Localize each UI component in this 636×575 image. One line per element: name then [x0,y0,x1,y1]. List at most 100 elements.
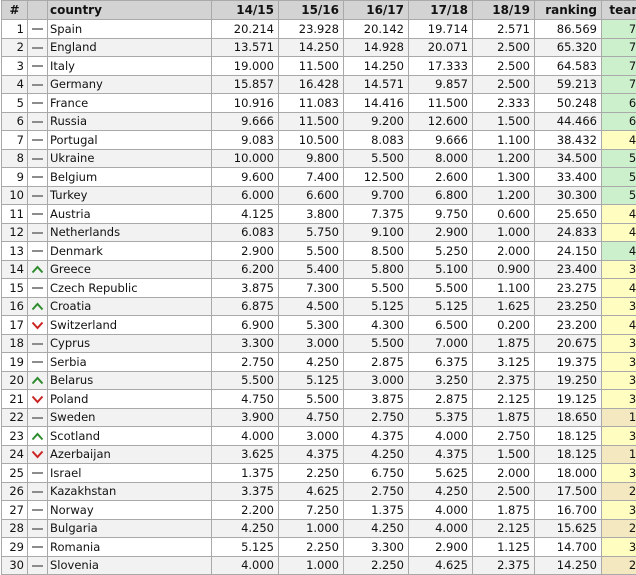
table-row[interactable]: 14Greece6.2005.4005.8005.1000.90023.4003… [2,260,636,279]
season-score-cell: 2.500 [473,75,535,94]
country-cell[interactable]: France [48,94,212,113]
table-row[interactable]: 28Bulgaria4.2501.0004.2504.0002.12515.62… [2,519,636,538]
country-cell[interactable]: Czech Republic [48,279,212,298]
table-row[interactable]: 12Netherlands6.0835.7509.1002.9001.00024… [2,223,636,242]
country-cell[interactable]: Cyprus [48,334,212,353]
country-cell[interactable]: England [48,38,212,57]
rank-cell: 22 [2,408,28,427]
season-score-cell: 4.000 [212,427,279,446]
country-cell[interactable]: Romania [48,538,212,557]
season-score-cell: 5.500 [279,242,344,261]
country-cell[interactable]: Belgium [48,168,212,187]
country-cell[interactable]: Scotland [48,427,212,446]
season-score-cell: 1.875 [473,334,535,353]
country-cell[interactable]: Croatia [48,297,212,316]
table-row[interactable]: 11Austria4.1253.8007.3759.7500.60025.650… [2,205,636,224]
season-score-cell: 6.000 [212,186,279,205]
season-score-cell: 20.214 [212,20,279,39]
season-score-cell: 4.625 [279,482,344,501]
country-cell[interactable]: Austria [48,205,212,224]
country-cell[interactable]: Denmark [48,242,212,261]
country-cell[interactable]: Greece [48,260,212,279]
header-season-15-16[interactable]: 15/16 [279,1,344,20]
season-score-cell: 10.500 [279,131,344,150]
table-row[interactable]: 6Russia9.66611.5009.20012.6001.50044.466… [2,112,636,131]
country-cell[interactable]: Kazakhstan [48,482,212,501]
table-row[interactable]: 30Slovenia4.0001.0002.2504.6252.37514.25… [2,556,636,575]
country-cell[interactable]: Belarus [48,371,212,390]
table-row[interactable]: 5France10.91611.08314.41611.5002.33350.2… [2,94,636,113]
header-teams[interactable]: teams [602,1,636,20]
rank-cell: 4 [2,75,28,94]
teams-cell: 7/ 7 [602,20,636,39]
table-row[interactable]: 4Germany15.85716.42814.5719.8572.50059.2… [2,75,636,94]
ranking-cell: 18.125 [535,427,602,446]
rank-cell: 28 [2,519,28,538]
table-row[interactable]: 26Kazakhstan3.3754.6252.7504.2502.50017.… [2,482,636,501]
country-cell[interactable]: Ukraine [48,149,212,168]
country-cell[interactable]: Spain [48,20,212,39]
table-row[interactable]: 23Scotland4.0003.0004.3754.0002.75018.12… [2,427,636,446]
country-cell[interactable]: Netherlands [48,223,212,242]
header-country[interactable]: country [48,1,212,20]
header-season-18-19[interactable]: 18/19 [473,1,535,20]
season-score-cell: 7.250 [279,501,344,520]
season-score-cell: 5.375 [409,408,473,427]
table-row[interactable]: 18Cyprus3.3003.0005.5007.0001.87520.6753… [2,334,636,353]
season-score-cell: 2.875 [344,353,409,372]
country-cell[interactable]: Bulgaria [48,519,212,538]
header-season-16-17[interactable]: 16/17 [344,1,409,20]
season-score-cell: 5.250 [409,242,473,261]
table-row[interactable]: 7Portugal9.08310.5008.0839.6661.10038.43… [2,131,636,150]
season-score-cell: 2.500 [473,482,535,501]
table-row[interactable]: 16Croatia6.8754.5005.1255.1251.62523.250… [2,297,636,316]
ranking-cell: 19.250 [535,371,602,390]
season-score-cell: 6.375 [409,353,473,372]
country-cell[interactable]: Azerbaijan [48,445,212,464]
country-cell[interactable]: Serbia [48,353,212,372]
country-cell[interactable]: Israel [48,464,212,483]
table-row[interactable]: 21Poland4.7505.5003.8752.8752.12519.1253… [2,390,636,409]
country-cell[interactable]: Poland [48,390,212,409]
season-score-cell: 1.200 [473,149,535,168]
table-row[interactable]: 17Switzerland6.9005.3004.3006.5000.20023… [2,316,636,335]
header-rank[interactable]: # [2,1,28,20]
teams-cell: 4/ 5 [602,279,636,298]
table-row[interactable]: 3Italy19.00011.50014.25017.3332.50064.58… [2,57,636,76]
ranking-cell: 14.700 [535,538,602,557]
table-row[interactable]: 1Spain20.21423.92820.14219.7142.57186.56… [2,20,636,39]
country-cell[interactable]: Germany [48,75,212,94]
table-row[interactable]: 27Norway2.2007.2501.3754.0001.87516.7003… [2,501,636,520]
rank-cell: 13 [2,242,28,261]
country-cell[interactable]: Sweden [48,408,212,427]
table-row[interactable]: 24Azerbaijan3.6254.3754.2504.3751.50018.… [2,445,636,464]
table-row[interactable]: 9Belgium9.6007.40012.5002.6001.30033.400… [2,168,636,187]
table-row[interactable]: 29Romania5.1252.2503.3002.9001.12514.700… [2,538,636,557]
country-cell[interactable]: Portugal [48,131,212,150]
table-row[interactable]: 10Turkey6.0006.6009.7006.8001.20030.3005… [2,186,636,205]
header-season-14-15[interactable]: 14/15 [212,1,279,20]
season-score-cell: 5.500 [212,371,279,390]
rank-cell: 18 [2,334,28,353]
table-row[interactable]: 13Denmark2.9005.5008.5005.2502.00024.150… [2,242,636,261]
country-cell[interactable]: Russia [48,112,212,131]
country-cell[interactable]: Turkey [48,186,212,205]
season-score-cell: 7.375 [344,205,409,224]
header-ranking[interactable]: ranking [535,1,602,20]
season-score-cell: 10.916 [212,94,279,113]
country-cell[interactable]: Norway [48,501,212,520]
teams-cell: 6/ 6 [602,112,636,131]
trend-same-icon [28,464,48,483]
country-cell[interactable]: Italy [48,57,212,76]
country-cell[interactable]: Slovenia [48,556,212,575]
table-row[interactable]: 22Sweden3.9004.7502.7505.3751.87518.6501… [2,408,636,427]
table-row[interactable]: 8Ukraine10.0009.8005.5008.0001.20034.500… [2,149,636,168]
table-row[interactable]: 15Czech Republic3.8757.3005.5005.5001.10… [2,279,636,298]
header-season-17-18[interactable]: 17/18 [409,1,473,20]
table-row[interactable]: 2England13.57114.25014.92820.0712.50065.… [2,38,636,57]
table-row[interactable]: 25Israel1.3752.2506.7505.6252.00018.0003… [2,464,636,483]
table-row[interactable]: 20Belarus5.5005.1253.0003.2502.37519.250… [2,371,636,390]
table-row[interactable]: 19Serbia2.7504.2502.8756.3753.12519.3753… [2,353,636,372]
teams-cell: 5/ 5 [602,168,636,187]
country-cell[interactable]: Switzerland [48,316,212,335]
